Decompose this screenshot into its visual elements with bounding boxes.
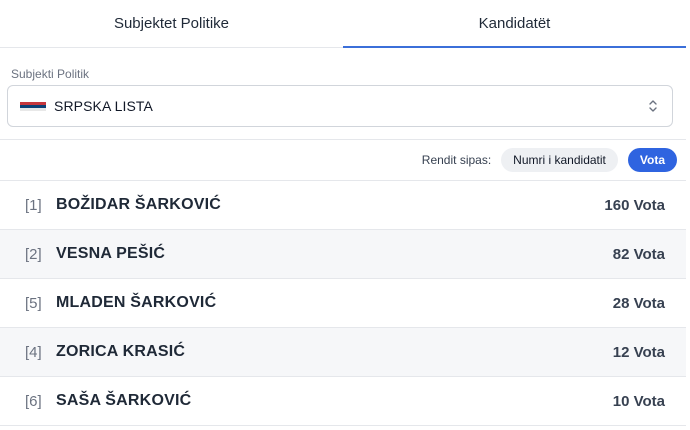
select-value: SRPSKA LISTA: [54, 98, 153, 114]
candidate-row[interactable]: [1] BOŽIDAR ŠARKOVIĆ 160 Vota: [0, 181, 686, 230]
candidate-list: [1] BOŽIDAR ŠARKOVIĆ 160 Vota [2] VESNA …: [0, 180, 686, 426]
candidate-votes: 10 Vota: [612, 392, 665, 410]
candidate-row[interactable]: [4] ZORICA KRASIĆ 12 Vota: [0, 328, 686, 377]
candidate-number: [4]: [25, 343, 42, 361]
sort-bar: Rendit sipas: Numri i kandidatit Vota: [0, 148, 686, 172]
political-subject-select[interactable]: SRPSKA LISTA: [7, 85, 673, 127]
candidate-number: [1]: [25, 196, 42, 214]
sort-label: Rendit sipas:: [421, 153, 492, 167]
candidate-row[interactable]: [2] VESNA PEŠIĆ 82 Vota: [0, 230, 686, 279]
candidate-votes: 28 Vota: [612, 294, 665, 312]
candidate-number: [6]: [25, 392, 42, 410]
candidate-row[interactable]: [5] MLADEN ŠARKOVIĆ 28 Vota: [0, 279, 686, 328]
sort-by-candidate-number-button[interactable]: Numri i kandidatit: [501, 148, 618, 172]
divider: [0, 139, 686, 140]
chevron-up-down-icon: [649, 100, 657, 112]
political-subject-label: Subjekti Politik: [11, 67, 90, 81]
candidate-votes: 12 Vota: [612, 343, 665, 361]
candidate-name: VESNA PEŠIĆ: [56, 245, 166, 262]
tab-bar: Subjektet Politike Kandidatët: [0, 0, 686, 48]
tab-label: Subjektet Politike: [113, 15, 230, 32]
candidate-votes: 82 Vota: [612, 245, 665, 263]
sort-by-votes-button[interactable]: Vota: [627, 148, 677, 172]
candidate-name: SAŠA ŠARKOVIĆ: [56, 392, 192, 409]
candidate-name: ZORICA KRASIĆ: [56, 343, 186, 360]
candidate-row[interactable]: [6] SAŠA ŠARKOVIĆ 10 Vota: [0, 377, 686, 426]
tab-candidates[interactable]: Kandidatët: [343, 0, 686, 48]
candidate-number: [2]: [25, 245, 42, 263]
srpska-lista-logo-icon: [20, 101, 46, 111]
candidate-name: MLADEN ŠARKOVIĆ: [56, 294, 217, 311]
candidate-number: [5]: [25, 294, 42, 312]
tab-label: Kandidatët: [478, 15, 551, 32]
candidate-votes: 160 Vota: [604, 196, 665, 214]
candidate-name: BOŽIDAR ŠARKOVIĆ: [56, 196, 221, 213]
tab-political-subjects[interactable]: Subjektet Politike: [0, 0, 343, 47]
candidates-panel: Subjektet Politike Kandidatët Subjekti P…: [0, 0, 690, 430]
